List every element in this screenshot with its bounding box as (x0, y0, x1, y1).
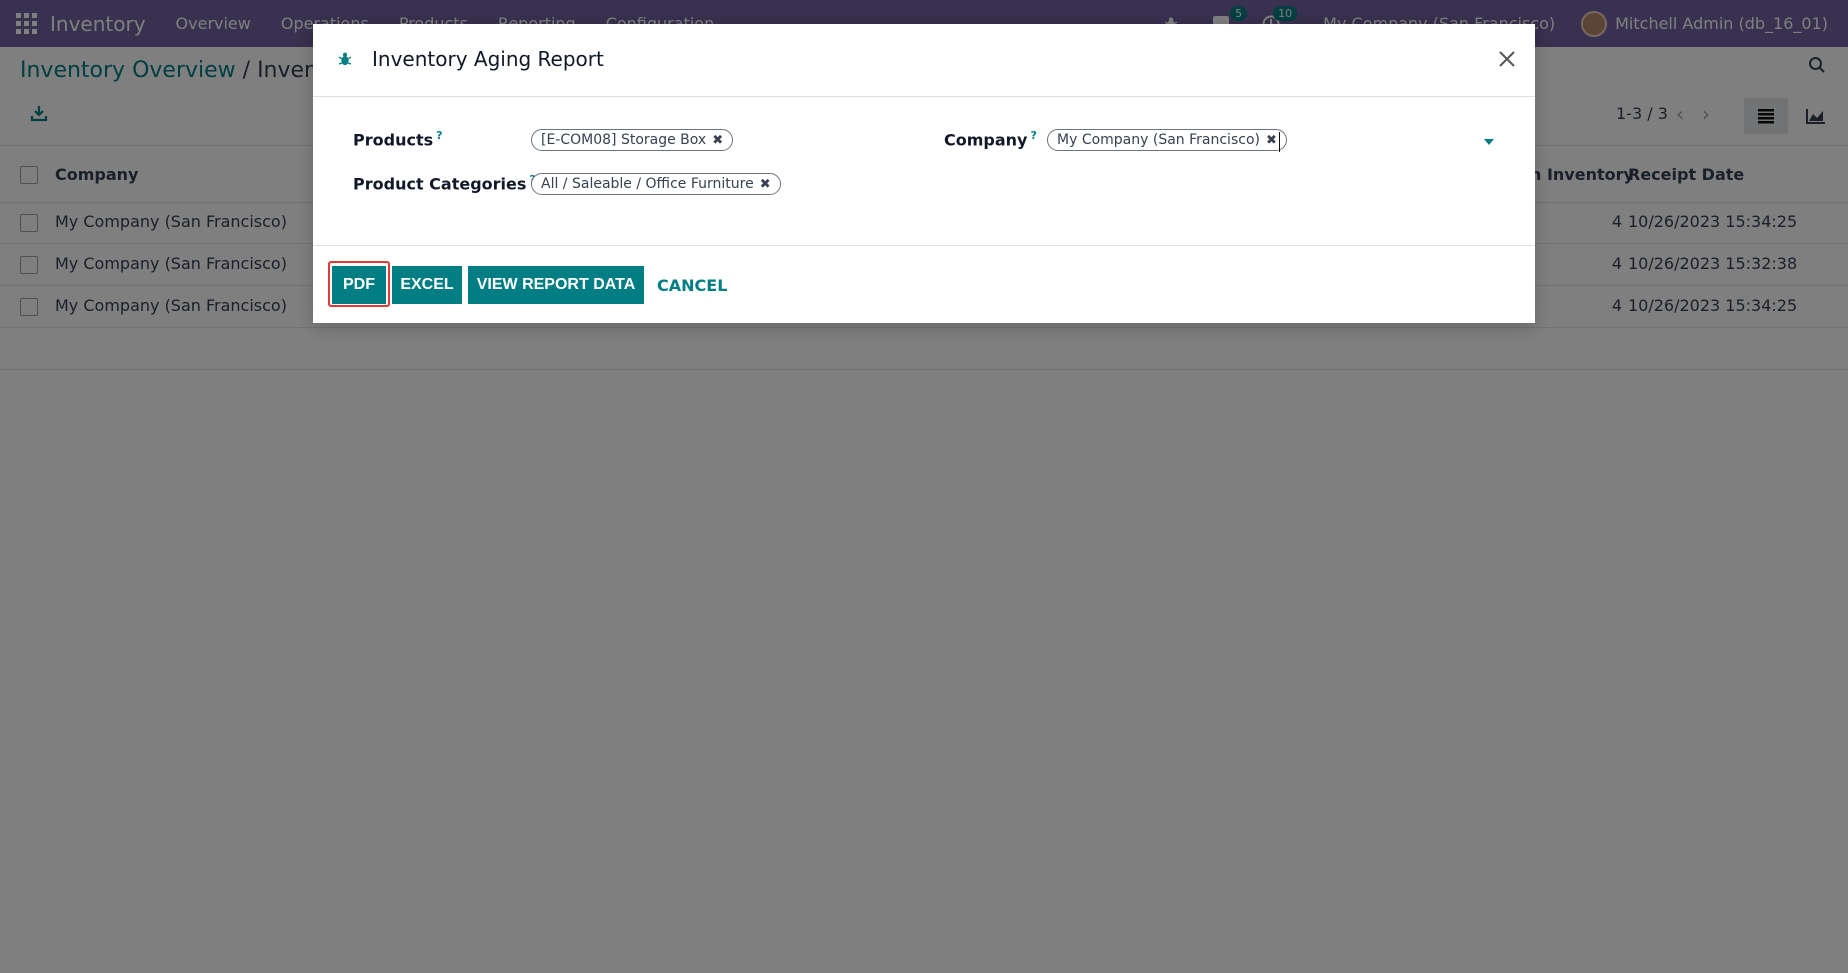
modal-title: Inventory Aging Report (372, 47, 604, 71)
product-tag-label: [E-COM08] Storage Box (541, 132, 707, 148)
category-tag-label: All / Saleable / Office Furniture (541, 176, 754, 192)
excel-button[interactable]: EXCEL (392, 266, 462, 304)
company-tag-label: My Company (San Francisco) (1057, 132, 1260, 148)
view-report-data-button[interactable]: VIEW REPORT DATA (468, 266, 644, 304)
company-tag: My Company (San Francisco) ✖ (1047, 129, 1287, 151)
close-icon[interactable] (1494, 46, 1520, 72)
help-icon[interactable]: ? (1030, 129, 1036, 142)
remove-tag-icon[interactable]: ✖ (1266, 133, 1277, 148)
company-input-cursor[interactable] (1279, 132, 1280, 152)
products-label: Products? (353, 129, 443, 150)
modal-header: Inventory Aging Report (313, 24, 1535, 97)
inventory-aging-dialog: Inventory Aging Report Products? [E-COM0… (313, 24, 1535, 323)
company-label: Company? (944, 129, 1037, 150)
remove-tag-icon[interactable]: ✖ (760, 177, 771, 192)
product-categories-label: Product Categories? (353, 173, 536, 193)
pdf-button-highlight (328, 261, 390, 307)
cancel-button[interactable]: CANCEL (657, 266, 727, 304)
caret-down-icon[interactable] (1484, 139, 1494, 145)
remove-tag-icon[interactable]: ✖ (712, 133, 723, 148)
bug-icon[interactable] (338, 51, 352, 71)
category-tag: All / Saleable / Office Furniture ✖ (531, 173, 781, 195)
help-icon[interactable]: ? (436, 129, 442, 142)
product-tag: [E-COM08] Storage Box ✖ (531, 129, 734, 151)
